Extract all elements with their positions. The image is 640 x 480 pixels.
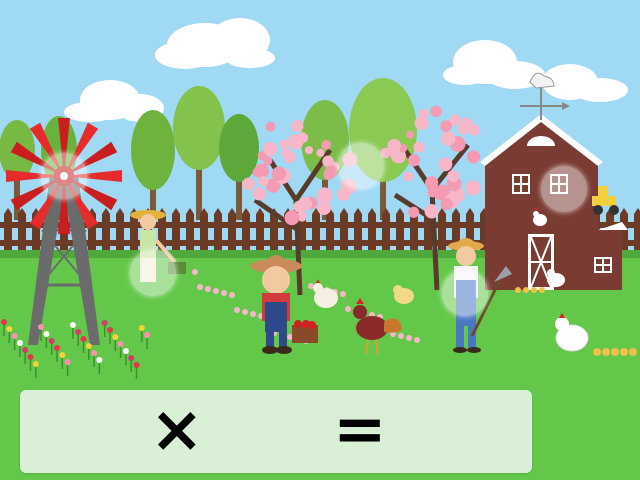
answer-panel: × = [20,390,532,473]
hint-spot-blossom-tree[interactable] [338,143,384,189]
hint-spot-woman[interactable] [130,250,176,296]
chick-icon [593,348,637,356]
hint-spot-windmill[interactable] [41,153,87,199]
equals-sign: = [333,393,387,467]
hint-spot-barn-window[interactable] [541,166,587,212]
hint-spot-farmer[interactable] [442,270,488,316]
game-stage: × = [0,0,640,480]
multiply-sign: × [150,393,204,467]
